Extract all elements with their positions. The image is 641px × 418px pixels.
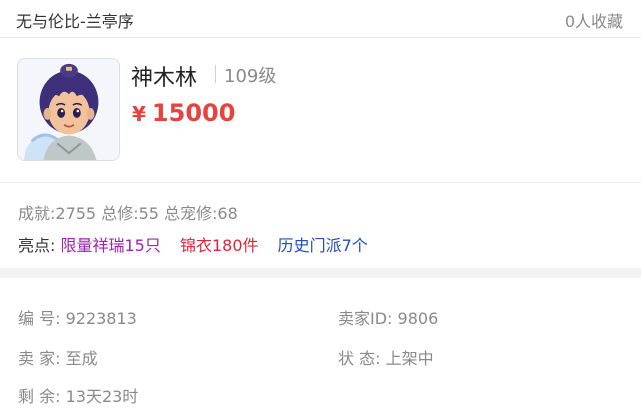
detail-id-label: 编 号: bbox=[18, 309, 61, 328]
favorites-count[interactable]: 0人收藏 bbox=[565, 8, 623, 32]
detail-status: 状 态: 上架中 bbox=[338, 345, 434, 369]
detail-remaining-label: 剩 余: bbox=[18, 387, 61, 406]
character-avatar[interactable] bbox=[17, 58, 120, 161]
price: ¥15000 bbox=[132, 99, 235, 127]
detail-seller-id-label: 卖家ID: bbox=[338, 309, 393, 328]
character-name: 神木林 bbox=[131, 66, 198, 91]
detail-seller-id: 卖家ID: 9806 bbox=[338, 305, 438, 329]
highlight-tag-jinyi: 锦衣180件 bbox=[179, 236, 259, 255]
section-divider bbox=[0, 268, 641, 278]
role-card[interactable]: 神木林 109级 ¥15000 bbox=[0, 38, 641, 183]
stats-line: 成就:2755 总修:55 总宠修:68 bbox=[18, 204, 238, 223]
detail-remaining: 剩 余: 13天23时 bbox=[18, 383, 138, 407]
price-value: 15000 bbox=[151, 99, 236, 127]
detail-seller-id-value: 9806 bbox=[397, 309, 439, 328]
detail-seller-label: 卖 家: bbox=[18, 349, 61, 368]
top-bar: 无与伦比-兰亭序 0人收藏 bbox=[0, 0, 641, 38]
highlights-line: 亮点: 限量祥瑞15只 锦衣180件 历史门派7个 bbox=[18, 232, 368, 256]
highlight-tag-menpai: 历史门派7个 bbox=[277, 236, 368, 255]
detail-seller-value: 至成 bbox=[65, 349, 98, 368]
detail-status-label: 状 态: bbox=[338, 349, 381, 368]
name-level-divider bbox=[215, 65, 216, 83]
highlights-label: 亮点: bbox=[18, 236, 56, 255]
detail-id: 编 号: 9223813 bbox=[18, 305, 137, 329]
currency-symbol: ¥ bbox=[132, 102, 146, 126]
detail-remaining-value: 13天23时 bbox=[65, 387, 139, 406]
detail-status-value: 上架中 bbox=[385, 349, 434, 368]
highlight-tag-xiangrui: 限量祥瑞15只 bbox=[60, 236, 161, 255]
character-portrait-icon bbox=[18, 59, 119, 160]
detail-id-value: 9223813 bbox=[65, 309, 137, 328]
detail-seller: 卖 家: 至成 bbox=[18, 345, 98, 369]
character-level: 109级 bbox=[224, 66, 277, 87]
server-name: 无与伦比-兰亭序 bbox=[16, 12, 134, 31]
